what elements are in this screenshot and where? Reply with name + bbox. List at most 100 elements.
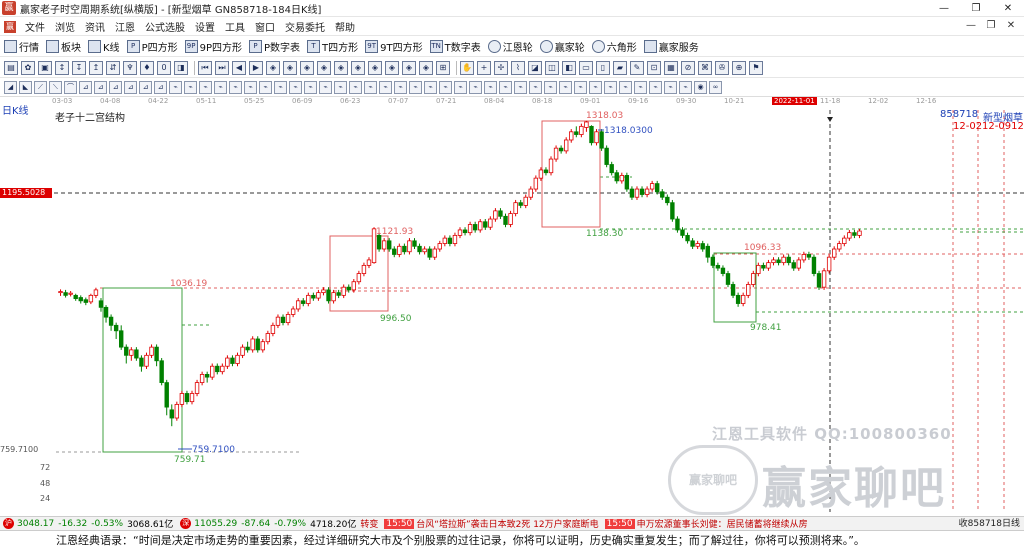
analysis-tool-icon-0[interactable]: ◢ — [4, 81, 17, 94]
draw-tool-icon-42[interactable]: ⌘ — [698, 60, 712, 75]
draw-tool-icon-40[interactable]: ▦ — [664, 60, 678, 75]
analysis-tool-icon-21[interactable]: ⌁ — [319, 81, 332, 94]
analysis-tool-icon-31[interactable]: ⌁ — [469, 81, 482, 94]
menu-item-9[interactable]: 帮助 — [330, 19, 360, 34]
toolbar-button-0[interactable]: 行情 — [4, 39, 39, 54]
menu-item-7[interactable]: 窗口 — [250, 19, 280, 34]
analysis-tool-icon-26[interactable]: ⌁ — [394, 81, 407, 94]
analysis-tool-icon-12[interactable]: ⌁ — [184, 81, 197, 94]
maximize-button[interactable]: ❐ — [960, 0, 992, 17]
toolbar-button-7[interactable]: 9T 9T四方形 — [365, 39, 423, 54]
draw-tool-icon-45[interactable]: ⚑ — [749, 60, 763, 75]
draw-tool-icon-14[interactable]: ◀ — [232, 60, 246, 75]
draw-tool-icon-2[interactable]: ▣ — [38, 60, 52, 75]
minimize-button[interactable]: — — [928, 0, 960, 17]
toolbar-button-11[interactable]: 六角形 — [591, 39, 637, 54]
draw-tool-icon-0[interactable]: ▤ — [4, 60, 18, 75]
analysis-tool-icon-32[interactable]: ⌁ — [484, 81, 497, 94]
analysis-tool-icon-25[interactable]: ⌁ — [379, 81, 392, 94]
analysis-tool-icon-11[interactable]: ⌁ — [169, 81, 182, 94]
draw-tool-icon-21[interactable]: ◈ — [351, 60, 365, 75]
draw-tool-icon-13[interactable]: ⏭ — [215, 60, 229, 75]
analysis-tool-icon-37[interactable]: ⌁ — [559, 81, 572, 94]
analysis-tool-icon-8[interactable]: ⊿ — [124, 81, 137, 94]
analysis-tool-icon-1[interactable]: ◣ — [19, 81, 32, 94]
draw-tool-icon-15[interactable]: ▶ — [249, 60, 263, 75]
draw-tool-icon-39[interactable]: ⊡ — [647, 60, 661, 75]
draw-tool-icon-41[interactable]: ⊘ — [681, 60, 695, 75]
menu-item-1[interactable]: 浏览 — [50, 19, 80, 34]
toolbar-button-8[interactable]: TN T数字表 — [429, 39, 481, 54]
draw-tool-icon-30[interactable]: ✢ — [494, 60, 508, 75]
draw-tool-icon-33[interactable]: ◫ — [545, 60, 559, 75]
draw-tool-icon-26[interactable]: ⊞ — [436, 60, 450, 75]
analysis-tool-icon-13[interactable]: ⌁ — [199, 81, 212, 94]
analysis-tool-icon-18[interactable]: ⌁ — [274, 81, 287, 94]
draw-tool-icon-6[interactable]: ⇵ — [106, 60, 120, 75]
analysis-tool-icon-30[interactable]: ⌁ — [454, 81, 467, 94]
draw-tool-icon-12[interactable]: ⏮ — [198, 60, 212, 75]
draw-tool-icon-31[interactable]: ⌇ — [511, 60, 525, 75]
toolbar-button-12[interactable]: 赢家服务 — [643, 39, 699, 54]
toolbar-button-3[interactable]: P P四方形 — [126, 39, 178, 54]
menu-item-2[interactable]: 资讯 — [80, 19, 110, 34]
analysis-tool-icon-3[interactable]: ⟍ — [49, 81, 62, 94]
draw-tool-icon-3[interactable]: ↕ — [55, 60, 69, 75]
draw-tool-icon-37[interactable]: ▰ — [613, 60, 627, 75]
toolbar-button-6[interactable]: T T四方形 — [307, 39, 358, 54]
draw-tool-icon-20[interactable]: ◈ — [334, 60, 348, 75]
draw-tool-icon-18[interactable]: ◈ — [300, 60, 314, 75]
draw-tool-icon-7[interactable]: ♆ — [123, 60, 137, 75]
draw-tool-icon-36[interactable]: ▯ — [596, 60, 610, 75]
toolbar-button-2[interactable]: K线 — [88, 39, 120, 54]
analysis-tool-icon-19[interactable]: ⌁ — [289, 81, 302, 94]
draw-tool-icon-19[interactable]: ◈ — [317, 60, 331, 75]
analysis-tool-icon-41[interactable]: ⌁ — [619, 81, 632, 94]
analysis-tool-icon-5[interactable]: ⊿ — [79, 81, 92, 94]
draw-tool-icon-32[interactable]: ◪ — [528, 60, 542, 75]
draw-tool-icon-17[interactable]: ◈ — [283, 60, 297, 75]
analysis-tool-icon-28[interactable]: ⌁ — [424, 81, 437, 94]
close-button[interactable]: ✕ — [992, 0, 1024, 17]
draw-tool-icon-28[interactable]: ✋ — [460, 60, 474, 75]
toolbar-button-5[interactable]: P P数字表 — [249, 39, 300, 54]
draw-tool-icon-10[interactable]: ◨ — [174, 60, 188, 75]
analysis-tool-icon-42[interactable]: ⌁ — [634, 81, 647, 94]
toolbar-button-4[interactable]: 9P 9P四方形 — [184, 39, 242, 54]
analysis-tool-icon-46[interactable]: ◉ — [694, 81, 707, 94]
analysis-tool-icon-33[interactable]: ⌁ — [499, 81, 512, 94]
menu-item-4[interactable]: 公式选股 — [140, 19, 190, 34]
toolbar-button-1[interactable]: 板块 — [46, 39, 81, 54]
analysis-tool-icon-20[interactable]: ⌁ — [304, 81, 317, 94]
analysis-tool-icon-22[interactable]: ⌁ — [334, 81, 347, 94]
draw-tool-icon-23[interactable]: ◈ — [385, 60, 399, 75]
menu-item-8[interactable]: 交易委托 — [280, 19, 330, 34]
draw-tool-icon-43[interactable]: ✇ — [715, 60, 729, 75]
analysis-tool-icon-44[interactable]: ⌁ — [664, 81, 677, 94]
draw-tool-icon-24[interactable]: ◈ — [402, 60, 416, 75]
analysis-tool-icon-7[interactable]: ⊿ — [109, 81, 122, 94]
draw-tool-icon-38[interactable]: ✎ — [630, 60, 644, 75]
analysis-tool-icon-40[interactable]: ⌁ — [604, 81, 617, 94]
period-label[interactable]: 日K线 — [2, 102, 29, 117]
menu-item-5[interactable]: 设置 — [190, 19, 220, 34]
analysis-tool-icon-35[interactable]: ⌁ — [529, 81, 542, 94]
analysis-tool-icon-14[interactable]: ⌁ — [214, 81, 227, 94]
draw-tool-icon-9[interactable]: 0 — [157, 60, 171, 75]
mdi-close-button[interactable]: ✕ — [1004, 20, 1018, 31]
analysis-tool-icon-29[interactable]: ⌁ — [439, 81, 452, 94]
analysis-tool-icon-6[interactable]: ⊿ — [94, 81, 107, 94]
draw-tool-icon-34[interactable]: ◧ — [562, 60, 576, 75]
analysis-tool-icon-24[interactable]: ⌁ — [364, 81, 377, 94]
analysis-tool-icon-15[interactable]: ⌁ — [229, 81, 242, 94]
analysis-tool-icon-23[interactable]: ⌁ — [349, 81, 362, 94]
draw-tool-icon-5[interactable]: ↥ — [89, 60, 103, 75]
draw-tool-icon-35[interactable]: ▭ — [579, 60, 593, 75]
news-headline-1[interactable]: 台风“塔拉斯”袭击日本致2死 12万户家庭断电 — [416, 517, 598, 530]
analysis-tool-icon-9[interactable]: ⊿ — [139, 81, 152, 94]
analysis-tool-icon-43[interactable]: ⌁ — [649, 81, 662, 94]
menu-item-0[interactable]: 文件 — [20, 19, 50, 34]
draw-tool-icon-44[interactable]: ⊕ — [732, 60, 746, 75]
analysis-tool-icon-17[interactable]: ⌁ — [259, 81, 272, 94]
toolbar-button-9[interactable]: 江恩轮 — [487, 39, 533, 54]
